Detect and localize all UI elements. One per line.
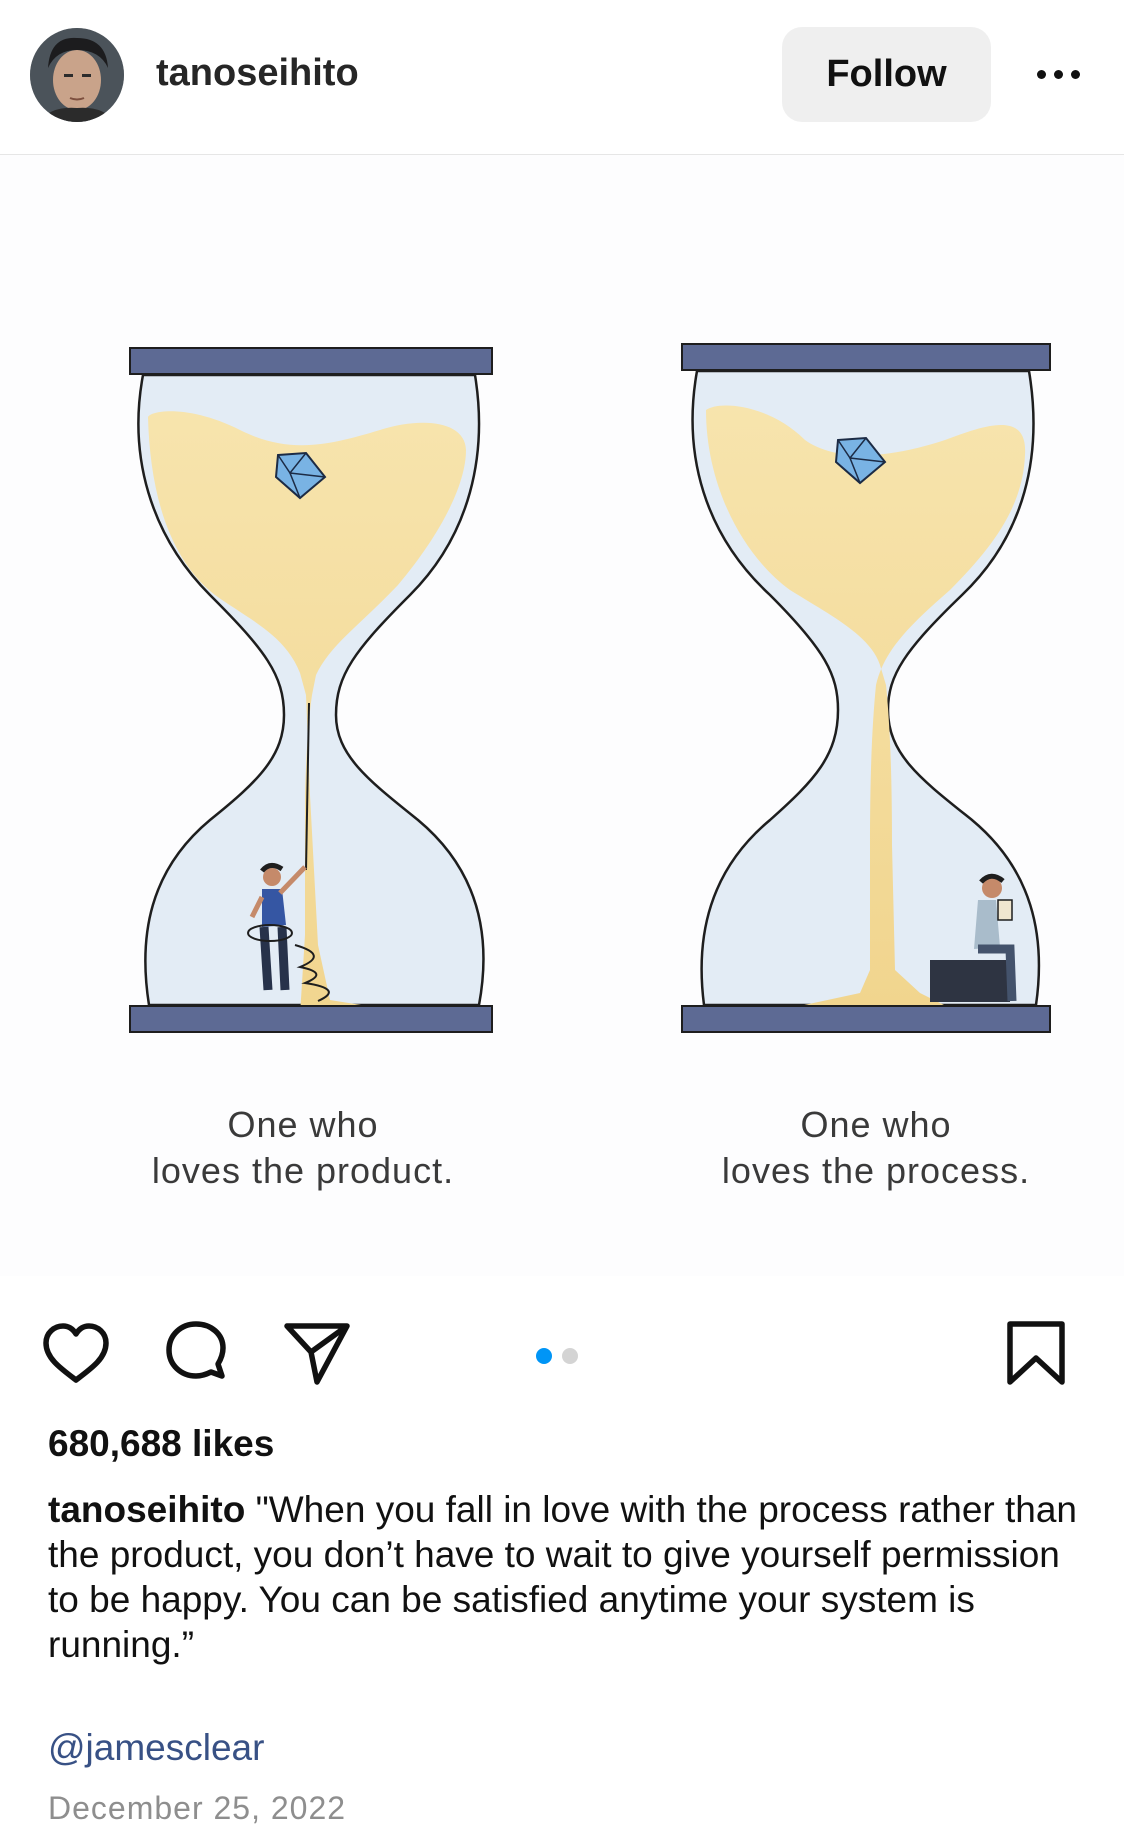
- heart-icon[interactable]: [40, 1318, 112, 1390]
- post-actions: [0, 1300, 1124, 1400]
- avatar[interactable]: [30, 28, 124, 122]
- post-date: December 25, 2022: [48, 1790, 347, 1826]
- post-header: tanoseihito Follow: [0, 0, 1124, 155]
- share-icon[interactable]: [281, 1318, 353, 1390]
- right-hourglass: [681, 343, 1051, 1033]
- likes-count[interactable]: 680,688 likes: [48, 1423, 274, 1465]
- left-hourglass: [129, 347, 493, 1033]
- mention-link[interactable]: @jamesclear: [48, 1727, 264, 1769]
- header-username[interactable]: tanoseihito: [156, 52, 359, 95]
- left-caption-line-2: loves the product.: [151, 1150, 455, 1191]
- right-caption-line-1: One who: [800, 1104, 952, 1145]
- comment-icon[interactable]: [160, 1318, 232, 1390]
- right-caption-line-2: loves the process.: [721, 1150, 1031, 1191]
- left-caption-line-1: One who: [227, 1104, 379, 1145]
- right-illustration-caption: One who loves the process.: [646, 1102, 1106, 1194]
- more-options-icon[interactable]: [1026, 52, 1090, 96]
- follow-button[interactable]: Follow: [782, 27, 991, 122]
- post-caption: tanoseihito "When you fall in love with …: [48, 1487, 1078, 1667]
- carousel-indicator: [536, 1348, 578, 1364]
- carousel-dot[interactable]: [562, 1348, 578, 1364]
- post-image[interactable]: One who loves the product. One who loves…: [0, 155, 1124, 1276]
- bookmark-icon[interactable]: [1000, 1318, 1072, 1390]
- carousel-dot-active[interactable]: [536, 1348, 552, 1364]
- caption-username[interactable]: tanoseihito: [48, 1489, 245, 1530]
- left-illustration-caption: One who loves the product.: [73, 1102, 533, 1194]
